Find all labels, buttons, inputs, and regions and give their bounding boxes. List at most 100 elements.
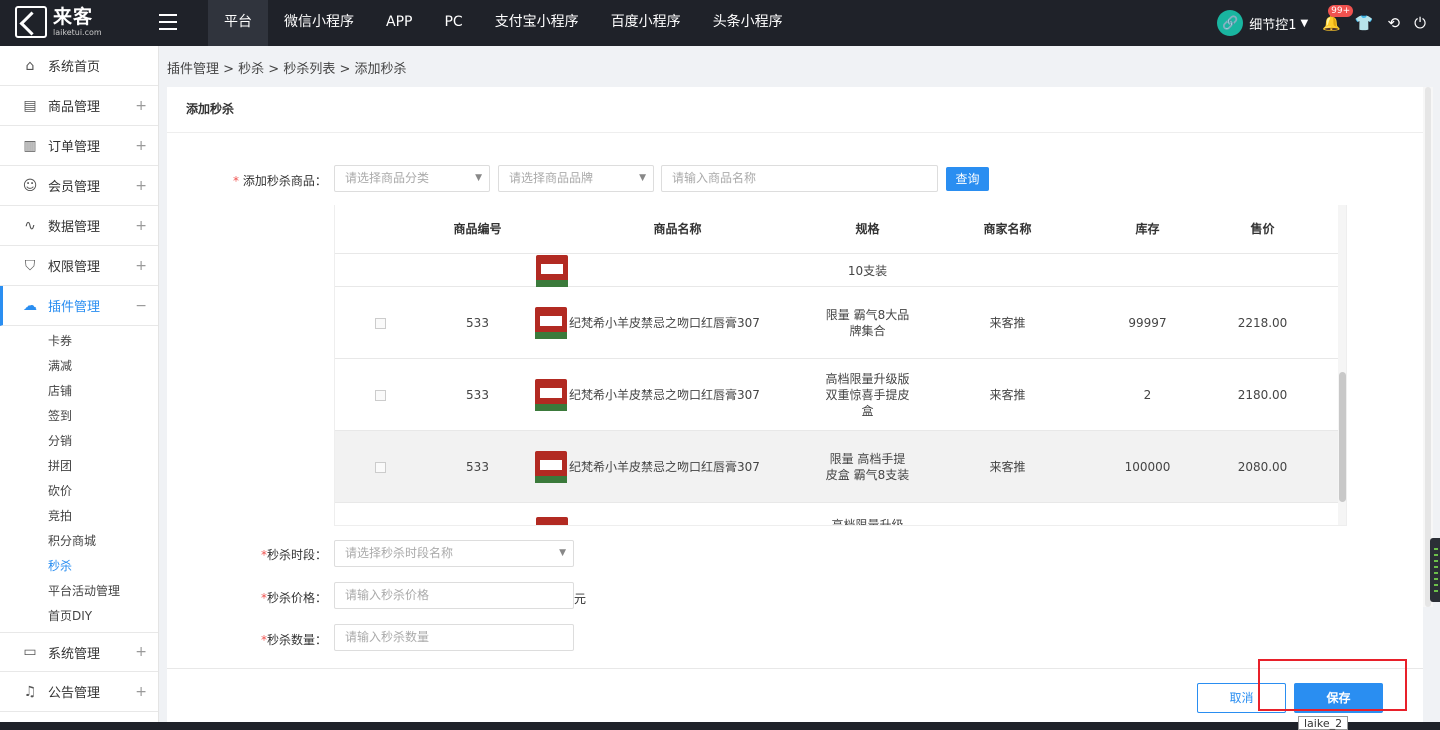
expand-icon[interactable]: + <box>135 644 147 660</box>
goods-name-input[interactable]: 请输入商品名称 <box>661 165 938 192</box>
expand-icon[interactable]: + <box>135 218 147 234</box>
refresh-icon[interactable]: ⟲ <box>1388 14 1401 32</box>
col-goods-id: 商品编号 <box>453 222 502 236</box>
home-icon: ⌂ <box>25 57 35 74</box>
power-icon[interactable]: ⏻ <box>1414 14 1426 32</box>
sidebar-sub-seckill[interactable]: 秒杀 <box>0 554 158 579</box>
query-button[interactable]: 查询 <box>946 167 989 191</box>
goods-name-cell: 纪梵希小羊皮禁忌之吻口红唇膏307 <box>569 316 760 330</box>
spec-cell: 高档限量升级版双重惊喜手提皮盒 <box>825 372 910 418</box>
sidebar-sub-store[interactable]: 店铺 <box>0 379 158 404</box>
row-checkbox[interactable] <box>374 317 386 329</box>
tab-platform[interactable]: 平台 <box>208 0 268 46</box>
sidebar-sub-platform-activity[interactable]: 平台活动管理 <box>0 579 158 604</box>
page-scrollbar-thumb[interactable] <box>1425 87 1431 607</box>
table-row: 533 纪梵希小羊皮禁忌之吻口红唇膏307 限量 高档手提皮盒 霸气8支装 来客… <box>335 431 1338 503</box>
tab-app[interactable]: APP <box>370 0 428 46</box>
sidebar-sub-distribution[interactable]: 分销 <box>0 429 158 454</box>
goods-id-cell: 533 <box>466 460 489 474</box>
col-spec: 规格 <box>855 222 880 236</box>
table-scrollbar[interactable] <box>1338 205 1346 525</box>
col-price: 售价 <box>1250 222 1275 236</box>
time-label: *秒杀时段： <box>261 548 328 562</box>
time-slot-select[interactable]: 请选择秒杀时段名称 ▼ <box>334 540 574 567</box>
expand-icon[interactable]: + <box>135 684 147 700</box>
user-icon: ☺ <box>22 177 38 194</box>
category-select[interactable]: 请选择商品分类 ▼ <box>334 165 490 192</box>
stock-cell: 100000 <box>1124 460 1171 474</box>
avatar[interactable]: 🔗 <box>1217 10 1244 36</box>
sidebar-item-home[interactable]: ⌂ 系统首页 <box>0 46 158 86</box>
sidebar-item-permissions[interactable]: ⛉ 权限管理 + <box>0 246 158 286</box>
expand-icon[interactable]: + <box>135 178 147 194</box>
logo[interactable]: 来客 laiketui.com <box>15 6 102 38</box>
spec-cell: 限量 高档手提皮盒 霸气8支装 <box>825 452 910 482</box>
sidebar-item-plugins[interactable]: ☁ 插件管理 − <box>0 286 158 326</box>
sidebar-sub-points-mall[interactable]: 积分商城 <box>0 529 158 554</box>
sidebar-item-members[interactable]: ☺ 会员管理 + <box>0 166 158 206</box>
panel-title: 添加秒杀 <box>167 87 1423 133</box>
goods-name-cell: 纪梵希小羊皮禁忌之吻口红唇膏307 <box>569 388 760 402</box>
merchant-cell: 来客推 <box>989 388 1026 402</box>
sidebar-item-system[interactable]: ▭ 系统管理 + <box>0 632 158 672</box>
sidebar-sub-discount[interactable]: 满减 <box>0 354 158 379</box>
bell-icon[interactable]: 🔔 99+ <box>1322 5 1354 32</box>
price-cell: 2180.00 <box>1237 388 1288 402</box>
stock-cell: 99997 <box>1128 316 1167 330</box>
add-seckill-panel: 添加秒杀 * 添加秒杀商品： 请选择商品分类 ▼ 请选择商品品牌 ▼ 请输入商品名称… <box>167 87 1423 730</box>
menu-toggle-icon[interactable] <box>159 14 177 30</box>
shop-icon: ▤ <box>23 97 37 114</box>
sidebar-sub-coupon[interactable]: 卡券 <box>0 329 158 354</box>
col-stock: 库存 <box>1135 222 1160 236</box>
order-icon: ▥ <box>23 137 37 154</box>
caret-down-icon: ▼ <box>475 173 482 183</box>
highlight-annotation-box <box>1258 659 1407 711</box>
plugin-submenu: 卡券 满减 店铺 签到 分销 拼团 砍价 竞拍 积分商城 秒杀 平台活动管理 首… <box>0 326 158 632</box>
sidebar-item-orders[interactable]: ▥ 订单管理 + <box>0 126 158 166</box>
seckill-quantity-input[interactable]: 请输入秒杀数量 <box>334 624 574 651</box>
expand-icon[interactable]: + <box>135 138 147 154</box>
brand-select[interactable]: 请选择商品品牌 ▼ <box>498 165 654 192</box>
platform-tabs: 平台 微信小程序 APP PC 支付宝小程序 百度小程序 头条小程序 <box>208 0 799 46</box>
side-meter-widget <box>1430 538 1440 602</box>
sidebar-sub-auction[interactable]: 竞拍 <box>0 504 158 529</box>
chevron-down-icon[interactable]: ▼ <box>1300 18 1308 29</box>
chart-icon: ∿ <box>24 217 36 234</box>
table-row: 高档限量升级 <box>335 503 1338 525</box>
collapse-icon[interactable]: − <box>135 298 147 314</box>
tab-alipay-miniprogram[interactable]: 支付宝小程序 <box>479 0 595 46</box>
row-checkbox[interactable] <box>374 389 386 401</box>
brand-name: 来客 <box>53 5 94 28</box>
tab-pc[interactable]: PC <box>428 0 478 46</box>
expand-icon[interactable]: + <box>135 98 147 114</box>
goods-name-cell: 纪梵希小羊皮禁忌之吻口红唇膏307 <box>569 460 760 474</box>
table-row: 533 纪梵希小羊皮禁忌之吻口红唇膏307 高档限量升级版双重惊喜手提皮盒 来客… <box>335 359 1338 431</box>
price-unit: 元 <box>574 592 587 606</box>
sidebar-item-data[interactable]: ∿ 数据管理 + <box>0 206 158 246</box>
merchant-cell: 来客推 <box>989 316 1026 330</box>
caret-down-icon: ▼ <box>559 548 566 558</box>
expand-icon[interactable]: + <box>135 258 147 274</box>
tab-wechat-miniprogram[interactable]: 微信小程序 <box>268 0 370 46</box>
sidebar-item-goods[interactable]: ▤ 商品管理 + <box>0 86 158 126</box>
sidebar-item-announcements[interactable]: ♫ 公告管理 + <box>0 672 158 712</box>
table-header: 商品编号 商品名称 规格 商家名称 库存 售价 <box>335 205 1338 254</box>
logo-icon <box>15 6 47 38</box>
sidebar-sub-signin[interactable]: 签到 <box>0 404 158 429</box>
tab-toutiao-miniprogram[interactable]: 头条小程序 <box>697 0 799 46</box>
user-name[interactable]: 细节控1 <box>1249 14 1296 33</box>
tab-baidu-miniprogram[interactable]: 百度小程序 <box>595 0 697 46</box>
shirt-icon[interactable]: 👕 <box>1355 14 1374 32</box>
page-scrollbar[interactable] <box>1423 87 1433 607</box>
row-checkbox[interactable] <box>374 461 386 473</box>
top-bar: 来客 laiketui.com 平台 微信小程序 APP PC 支付宝小程序 百… <box>0 0 1440 46</box>
scrollbar-thumb[interactable] <box>1339 372 1346 502</box>
sidebar-sub-home-diy[interactable]: 首页DIY <box>0 604 158 629</box>
brand-domain: laiketui.com <box>53 27 102 37</box>
col-merchant: 商家名称 <box>983 222 1032 236</box>
seckill-price-input[interactable]: 请输入秒杀价格 <box>334 582 574 609</box>
sidebar-sub-bargain[interactable]: 砍价 <box>0 479 158 504</box>
sidebar-sub-groupbuy[interactable]: 拼团 <box>0 454 158 479</box>
caret-down-icon: ▼ <box>639 173 646 183</box>
plugin-icon: ☁ <box>23 297 37 314</box>
